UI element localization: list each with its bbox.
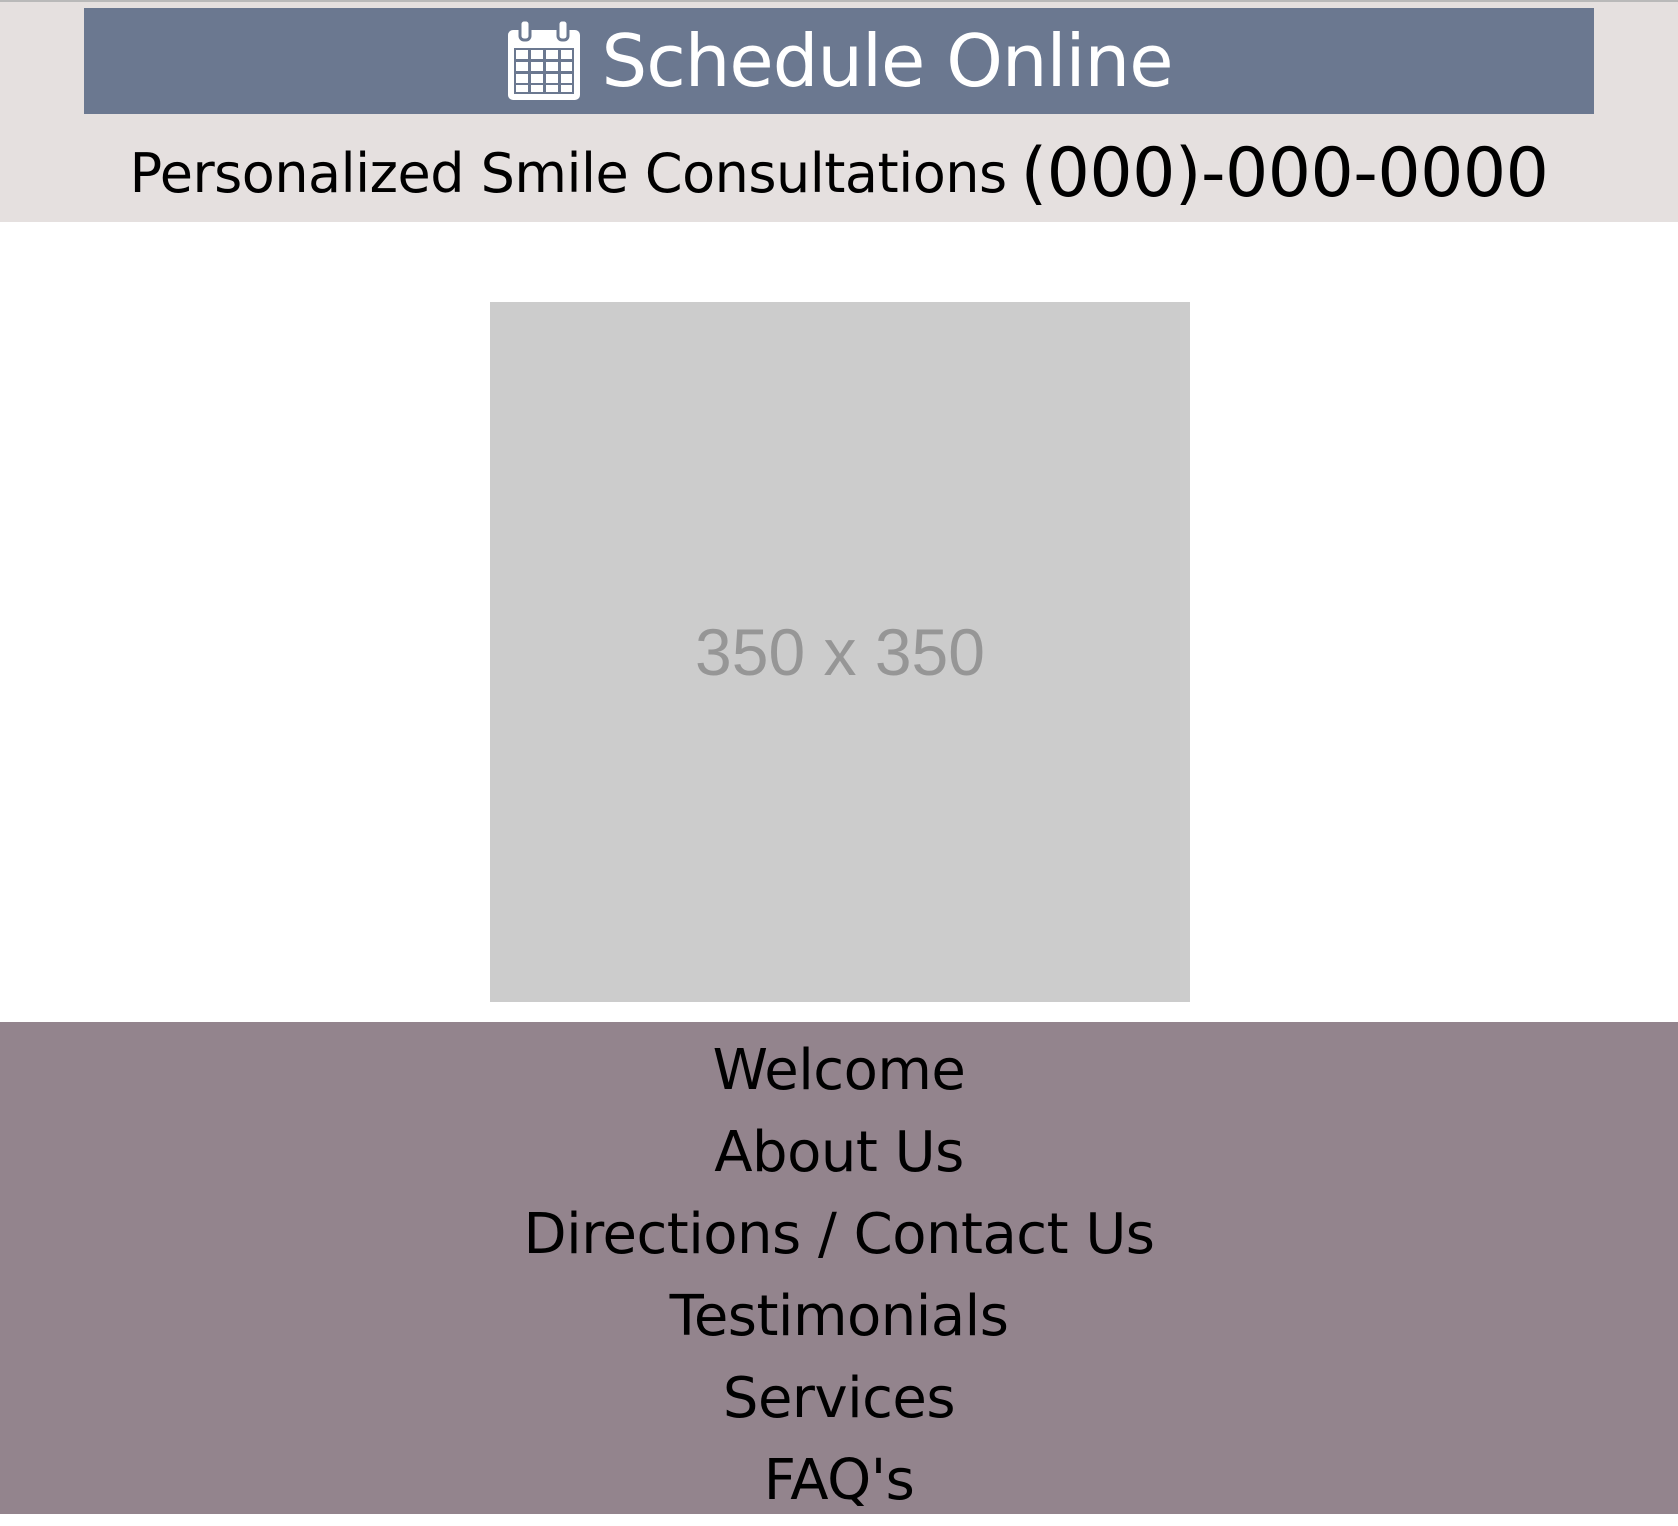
placeholder-dimensions: 350 x 350 (695, 615, 985, 689)
nav-item-faqs[interactable]: FAQ's (764, 1440, 915, 1522)
schedule-online-button[interactable]: Schedule Online (84, 8, 1594, 114)
tagline: Personalized Smile Consultations (129, 141, 1008, 205)
nav-item-services[interactable]: Services (723, 1358, 956, 1440)
main-navigation: Welcome About Us Directions / Contact Us… (0, 1022, 1678, 1514)
hero-image-placeholder: 350 x 350 (490, 302, 1190, 1002)
nav-item-testimonials[interactable]: Testimonials (670, 1276, 1009, 1358)
header-band: Schedule Online Personalized Smile Consu… (0, 0, 1678, 222)
nav-item-directions-contact[interactable]: Directions / Contact Us (524, 1194, 1155, 1276)
phone-link[interactable]: (000)-000-0000 (1021, 134, 1549, 213)
schedule-online-label: Schedule Online (601, 19, 1174, 103)
nav-item-about-us[interactable]: About Us (714, 1112, 964, 1194)
tagline-row: Personalized Smile Consultations (000)-0… (0, 130, 1678, 216)
nav-item-welcome[interactable]: Welcome (713, 1030, 966, 1112)
calendar-icon (506, 18, 582, 102)
